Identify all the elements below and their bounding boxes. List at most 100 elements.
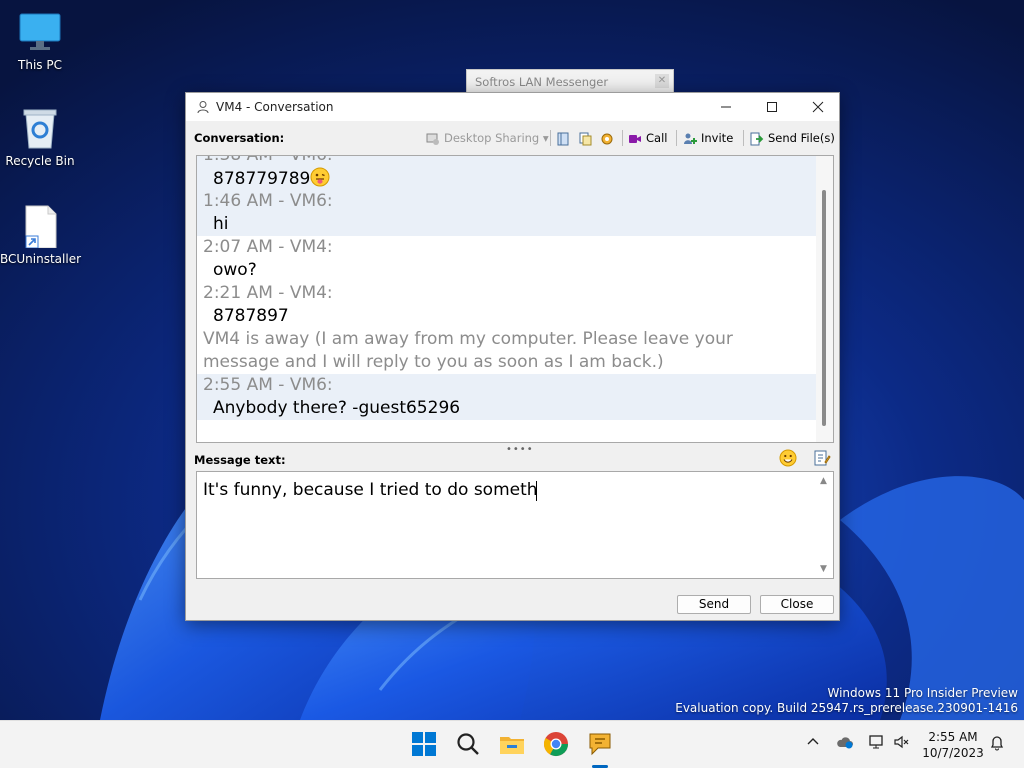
message-body: hi	[213, 214, 229, 234]
chevron-up-glyph	[807, 738, 819, 745]
gear-icon	[601, 133, 613, 144]
message-input[interactable]	[196, 471, 834, 579]
close-button[interactable]	[795, 93, 841, 121]
call-label: Call	[646, 131, 668, 145]
send-button[interactable]: Send	[677, 595, 751, 614]
minimize-button[interactable]	[703, 93, 749, 121]
desktop-sharing-icon	[426, 133, 439, 145]
invite-label: Invite	[701, 131, 734, 145]
conversation-scrollbar[interactable]	[816, 156, 833, 442]
taskbar: 2:55 AM 10/7/2023	[0, 720, 1024, 768]
smiley-icon	[779, 449, 797, 467]
windows-start-icon[interactable]	[410, 730, 438, 758]
desktop-sharing-button[interactable]: Desktop Sharing ▾	[426, 127, 549, 149]
close-icon[interactable]: ✕	[655, 74, 669, 88]
message-list: 1:38 AM - VM6: 878779789 1:46 AM - VM6: …	[197, 155, 817, 420]
recycle-bin-icon	[18, 106, 62, 150]
call-button[interactable]: Call	[628, 127, 667, 149]
title-bar[interactable]: VM4 - Conversation	[186, 93, 839, 121]
message-header: 1:38 AM - VM6:	[203, 155, 333, 165]
message-tools	[767, 449, 831, 469]
toolbar-separator	[743, 130, 744, 146]
splitter-handle[interactable]: ••••	[506, 444, 534, 455]
list-item: 2:07 AM - VM4: owo?	[197, 236, 817, 282]
close-window-button[interactable]: Close	[760, 595, 834, 614]
conversation-label: Conversation:	[194, 131, 285, 145]
desktop-icon-this-pc[interactable]: This PC	[0, 10, 80, 72]
maximize-icon	[767, 102, 777, 112]
send-files-label: Send File(s)	[768, 131, 835, 145]
desktop-icon-label: Recycle Bin	[5, 154, 75, 168]
message-header: 2:21 AM - VM4:	[203, 283, 333, 303]
conversation-window[interactable]: VM4 - Conversation Conversation: Desktop…	[185, 92, 840, 621]
video-camera-icon	[629, 134, 641, 143]
tongue-emoji-icon	[310, 167, 330, 187]
cloud-glyph	[837, 737, 853, 749]
scroll-down-icon[interactable]: ▼	[820, 564, 827, 574]
notification-bell-icon[interactable]	[988, 735, 1006, 753]
list-item: 1:38 AM - VM6: 878779789	[197, 155, 817, 190]
desktop-icon-bcuninstaller[interactable]: BCUninstaller	[0, 204, 82, 266]
window-title: Softros LAN Messenger	[475, 75, 609, 89]
toolbar-separator	[676, 130, 677, 146]
away-status-message: VM4 is away (I am away from my computer.…	[203, 329, 733, 372]
message-text-label: Message text:	[194, 453, 286, 467]
monitor-glyph	[869, 735, 883, 749]
message-input-scrollbar[interactable]: ▲ ▼	[817, 472, 833, 578]
message-body: Anybody there? -guest65296	[213, 398, 461, 418]
bell-glyph	[990, 736, 1004, 751]
desktop-icon-recycle-bin[interactable]: Recycle Bin	[0, 106, 80, 168]
list-item: 1:46 AM - VM6: hi	[197, 190, 817, 236]
message-body: 8787897	[213, 306, 289, 326]
text-cursor	[536, 481, 537, 501]
monitor-icon	[18, 10, 62, 54]
send-files-button[interactable]: Send File(s)	[750, 127, 835, 149]
chrome-icon[interactable]	[542, 730, 570, 758]
toolbar-separator	[622, 130, 623, 146]
document-icon	[579, 132, 592, 145]
evaluation-watermark: Windows 11 Pro Insider Preview Evaluatio…	[675, 686, 1018, 715]
maximize-button[interactable]	[749, 93, 795, 121]
settings-button[interactable]	[600, 127, 618, 149]
chevron-up-icon[interactable]	[804, 735, 822, 753]
message-body: owo?	[213, 260, 257, 280]
history-button[interactable]	[556, 127, 574, 149]
invite-button[interactable]: Invite	[683, 127, 733, 149]
list-item: 2:55 AM - VM6: Anybody there? -guest6529…	[197, 374, 817, 420]
messenger-main-window[interactable]: Softros LAN Messenger ✕	[466, 69, 674, 93]
send-file-icon	[750, 132, 764, 145]
minimize-icon	[721, 106, 731, 108]
list-item: 2:21 AM - VM4: 8787897	[197, 282, 817, 328]
edit-document-icon	[814, 450, 831, 466]
shortcut-file-icon	[18, 204, 62, 249]
conversation-history[interactable]: 1:38 AM - VM6: 878779789 1:46 AM - VM6: …	[196, 155, 834, 443]
speaker-glyph	[894, 735, 909, 749]
window-title: VM4 - Conversation	[216, 100, 334, 114]
add-user-icon	[684, 133, 697, 144]
message-body: 878779789	[203, 167, 817, 190]
desktop-sharing-label: Desktop Sharing	[444, 131, 540, 145]
file-explorer-icon[interactable]	[498, 730, 526, 758]
message-header: 1:46 AM - VM6:	[203, 191, 333, 211]
network-icon[interactable]	[868, 735, 886, 753]
scroll-up-icon[interactable]: ▲	[820, 476, 827, 486]
clock-date: 10/7/2023	[922, 746, 984, 760]
message-header: 2:07 AM - VM4:	[203, 237, 333, 257]
user-icon	[197, 101, 209, 114]
scrollbar-thumb[interactable]	[822, 190, 826, 426]
message-header: 2:55 AM - VM6:	[203, 375, 333, 395]
onedrive-icon[interactable]	[836, 735, 854, 753]
desktop-icon-label: BCUninstaller	[0, 252, 82, 266]
volume-muted-icon[interactable]	[893, 735, 911, 753]
close-icon	[812, 101, 824, 113]
clock-time: 2:55 AM	[928, 730, 978, 744]
lan-messenger-icon[interactable]	[586, 730, 614, 758]
search-icon[interactable]	[454, 730, 482, 758]
desktop-icon-label: This PC	[18, 58, 62, 72]
copy-button[interactable]	[578, 127, 596, 149]
format-button[interactable]	[813, 449, 831, 467]
emoticon-button[interactable]	[779, 449, 797, 467]
book-icon	[557, 132, 569, 145]
system-clock[interactable]: 2:55 AM 10/7/2023	[922, 729, 984, 761]
toolbar-separator	[550, 130, 551, 146]
